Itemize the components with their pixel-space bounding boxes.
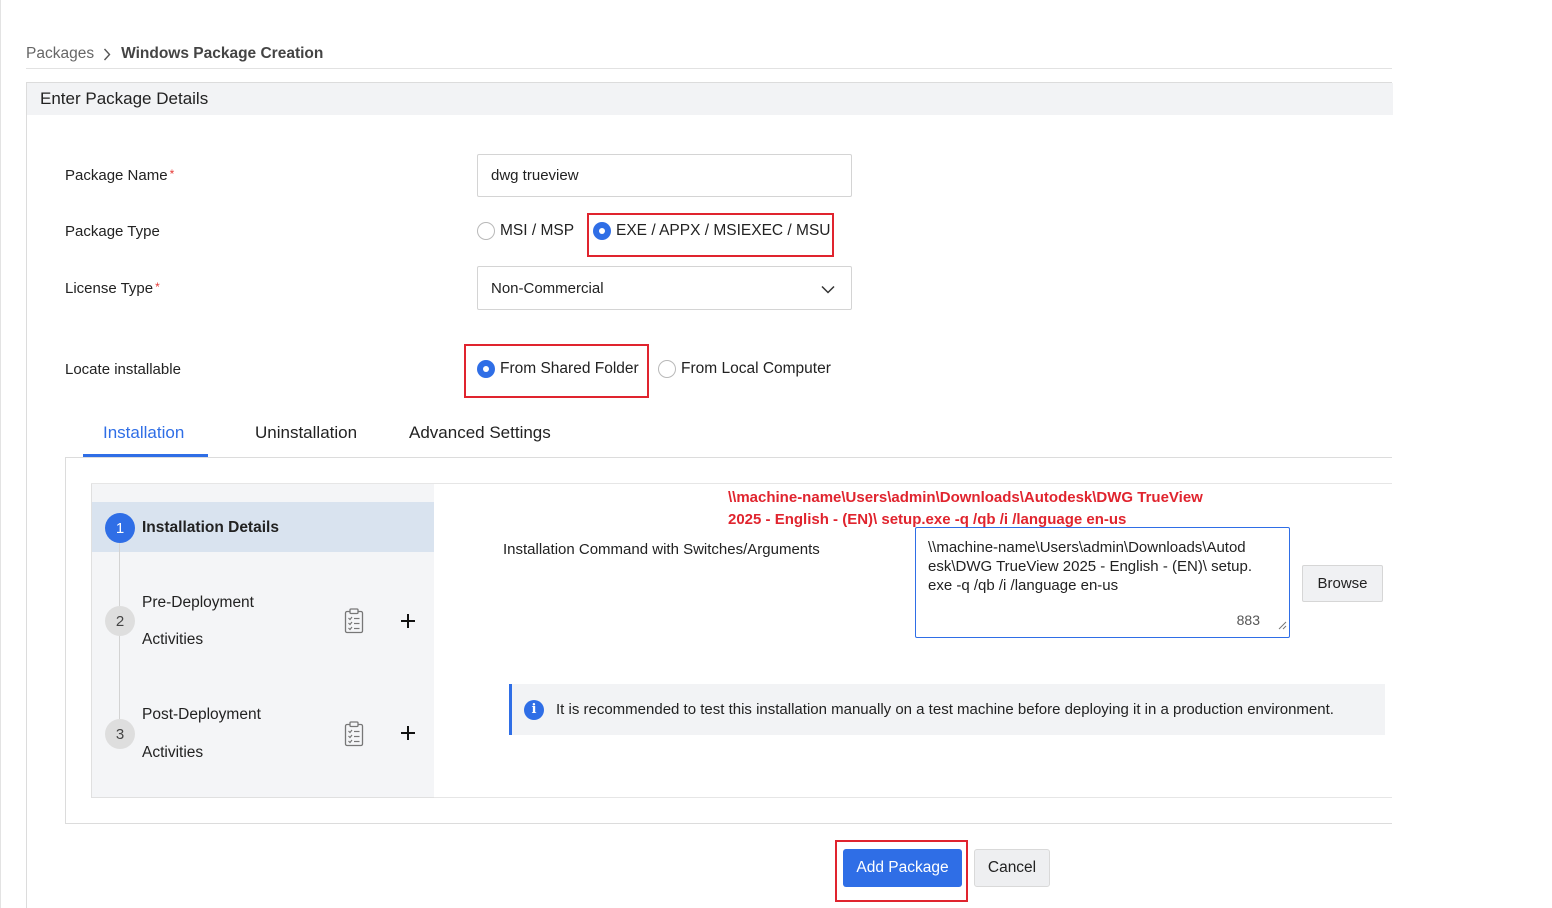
installation-command-value: \\machine-name\Users\admin\Downloads\Aut… <box>928 539 1253 594</box>
radio-msi-msp[interactable]: MSI / MSP <box>477 222 574 240</box>
clipboard-checklist-icon[interactable] <box>344 721 364 747</box>
browse-button[interactable]: Browse <box>1302 565 1383 602</box>
step-title-post-deployment-line2[interactable]: Activities <box>142 744 203 762</box>
package-name-value: dwg trueview <box>491 167 579 184</box>
tab-advanced-settings[interactable]: Advanced Settings <box>409 423 551 443</box>
license-type-select[interactable]: Non-Commercial <box>477 266 852 310</box>
character-count: 883 <box>1236 612 1260 628</box>
installation-command-label: Installation Command with Switches/Argum… <box>503 541 820 558</box>
breadcrumb-divider <box>26 68 1392 69</box>
page-edge <box>0 0 1 908</box>
command-annotation: \\machine-name\Users\admin\Downloads\Aut… <box>728 487 1288 531</box>
plus-icon[interactable] <box>400 613 416 629</box>
radio-unchecked-icon <box>658 360 676 378</box>
package-type-label: Package Type <box>65 223 160 240</box>
step-title-installation-details[interactable]: Installation Details <box>142 519 279 537</box>
cancel-button[interactable]: Cancel <box>974 849 1050 887</box>
radio-local-computer-label: From Local Computer <box>681 360 831 377</box>
radio-unchecked-icon <box>477 222 495 240</box>
license-type-value: Non-Commercial <box>491 279 604 297</box>
installation-command-textarea[interactable]: \\machine-name\Users\admin\Downloads\Aut… <box>915 527 1290 638</box>
info-message-banner: i It is recommended to test this install… <box>509 684 1385 735</box>
tab-installation[interactable]: Installation <box>103 423 184 443</box>
radio-from-local-computer[interactable]: From Local Computer <box>658 360 831 378</box>
info-message-text: It is recommended to test this installat… <box>556 701 1334 718</box>
radio-msi-msp-label: MSI / MSP <box>500 222 575 239</box>
highlight-box-locate-installable <box>464 344 649 398</box>
step-title-pre-deployment-line2[interactable]: Activities <box>142 631 203 649</box>
highlight-box-package-type <box>587 213 834 257</box>
package-name-input[interactable]: dwg trueview <box>477 154 852 197</box>
add-package-button[interactable]: Add Package <box>843 849 962 887</box>
step-number-2: 2 <box>105 606 135 636</box>
step-title-pre-deployment[interactable]: Pre-Deployment <box>142 594 254 612</box>
chevron-down-icon <box>821 281 835 298</box>
annotation-line-1: \\machine-name\Users\admin\Downloads\Aut… <box>728 489 1203 506</box>
chevron-right-icon <box>103 48 111 61</box>
info-icon: i <box>524 699 544 720</box>
clipboard-checklist-icon[interactable] <box>344 608 364 634</box>
breadcrumb: Packages Windows Package Creation <box>26 43 323 65</box>
panel-title: Enter Package Details <box>27 83 1393 115</box>
step-number-1: 1 <box>105 513 135 543</box>
content-divider <box>434 797 1392 798</box>
license-type-label-text: License Type <box>65 280 154 297</box>
package-name-label: Package Name * <box>65 167 174 184</box>
step-number-3: 3 <box>105 719 135 749</box>
breadcrumb-current: Windows Package Creation <box>121 45 324 62</box>
breadcrumb-packages-link[interactable]: Packages <box>26 45 94 63</box>
locate-installable-label: Locate installable <box>65 361 181 378</box>
steps-connector-line <box>119 540 120 740</box>
plus-icon[interactable] <box>400 725 416 741</box>
required-mark: * <box>169 167 175 181</box>
license-type-label: License Type * <box>65 280 160 297</box>
package-name-label-text: Package Name <box>65 167 168 184</box>
resize-grip-icon[interactable] <box>1278 616 1287 635</box>
tab-uninstallation[interactable]: Uninstallation <box>255 423 357 443</box>
required-mark: * <box>155 280 160 294</box>
step-title-post-deployment[interactable]: Post-Deployment <box>142 706 261 724</box>
